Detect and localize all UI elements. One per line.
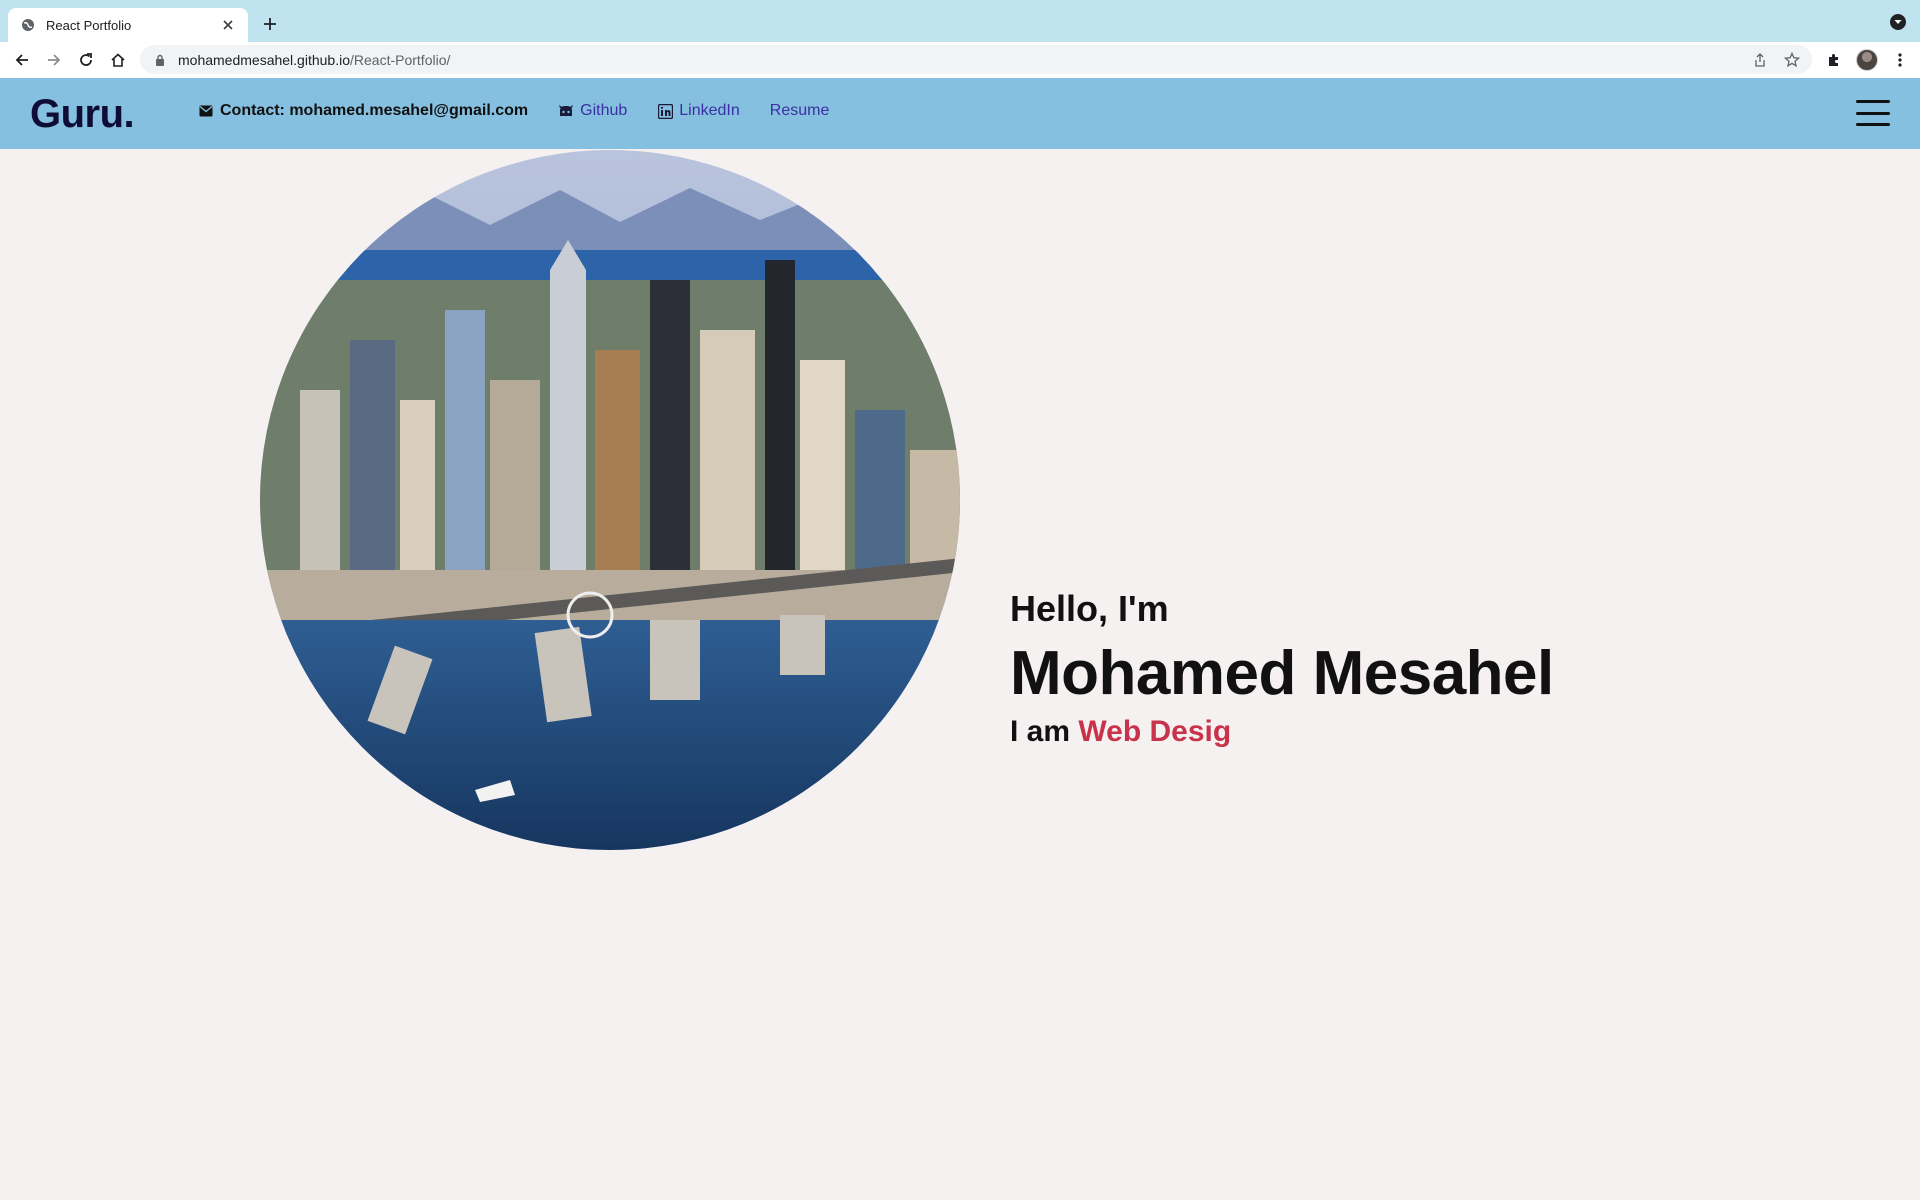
mail-icon xyxy=(198,103,214,119)
share-icon[interactable] xyxy=(1750,50,1770,70)
hero-name: Mohamed Mesahel xyxy=(1010,639,1554,708)
nav-github-label: Github xyxy=(580,102,628,119)
browser-menu-icon[interactable] xyxy=(1888,48,1912,72)
nav-contact[interactable]: Contact: mohamed.mesahel@gmail.com xyxy=(198,102,528,120)
puzzle-icon[interactable] xyxy=(1822,48,1846,72)
url-host: mohamedmesahel.github.io xyxy=(178,51,350,68)
site-logo[interactable]: Guru. xyxy=(30,92,135,137)
forward-icon[interactable] xyxy=(42,48,66,72)
linkedin-icon xyxy=(657,103,673,119)
lock-icon[interactable] xyxy=(154,53,166,67)
nav-contact-label: Contact: mohamed.mesahel@gmail.com xyxy=(220,102,529,119)
nav-resume[interactable]: Resume xyxy=(770,102,830,120)
plus-icon[interactable] xyxy=(258,12,282,36)
url-path: /React-Portfolio/ xyxy=(350,51,451,68)
hamburger-line xyxy=(1856,111,1890,115)
address-bar[interactable]: mohamedmesahel.github.io/React-Portfolio… xyxy=(140,45,1812,74)
nav-github[interactable]: Github xyxy=(558,102,627,120)
browser-toolbar: mohamedmesahel.github.io/React-Portfolio… xyxy=(0,42,1920,78)
globe-icon xyxy=(20,17,36,33)
site-header: Guru. Contact: mohamed.mesahel@gmail.com… xyxy=(0,78,1920,149)
browser-tab[interactable]: React Portfolio xyxy=(8,8,248,42)
browser-tab-strip: React Portfolio xyxy=(0,0,1920,42)
url-text: mohamedmesahel.github.io/React-Portfolio… xyxy=(178,52,450,68)
reload-icon[interactable] xyxy=(74,48,98,72)
close-icon[interactable] xyxy=(218,15,238,35)
hero-role-typed: Web Desig xyxy=(1078,715,1232,748)
hamburger-icon[interactable] xyxy=(1856,98,1890,128)
city-illustration xyxy=(260,150,960,850)
tab-title: React Portfolio xyxy=(46,17,132,33)
nav-resume-label: Resume xyxy=(769,102,830,119)
nav-linkedin[interactable]: LinkedIn xyxy=(657,102,740,120)
hero-role: I am Web Desig xyxy=(1010,715,1554,749)
nav-linkedin-label: LinkedIn xyxy=(679,102,740,119)
home-icon[interactable] xyxy=(106,48,130,72)
back-icon[interactable] xyxy=(10,48,34,72)
profile-avatar[interactable] xyxy=(1856,49,1878,71)
hero-city-image xyxy=(260,150,960,850)
hero-greeting: Hello, I'm xyxy=(1010,588,1169,629)
hero-text: Hello, I'm Mohamed Mesahel I am Web Desi… xyxy=(1010,588,1554,749)
star-icon[interactable] xyxy=(1782,50,1802,70)
github-icon xyxy=(558,103,574,119)
hero-role-prefix: I am xyxy=(1010,715,1071,748)
hamburger-line xyxy=(1856,123,1890,126)
site-nav: Contact: mohamed.mesahel@gmail.com Githu… xyxy=(198,102,859,120)
hamburger-line xyxy=(1856,100,1890,103)
tab-search-icon[interactable] xyxy=(1890,14,1906,30)
